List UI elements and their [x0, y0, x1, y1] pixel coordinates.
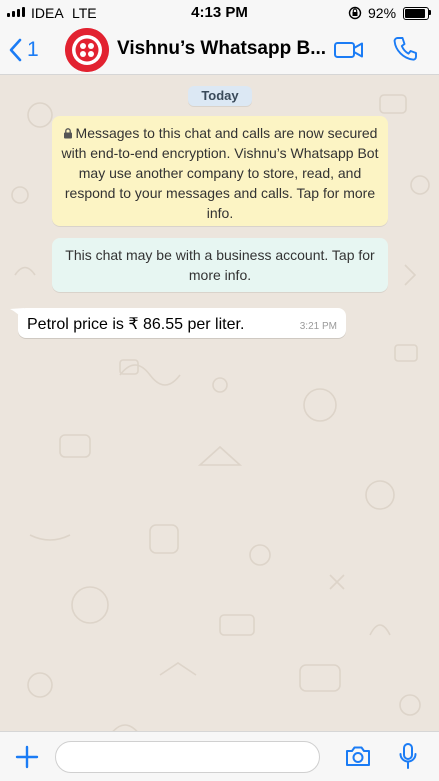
camera-icon[interactable] [344, 744, 372, 768]
contact-name[interactable]: Vishnu’s Whatsapp B... [117, 38, 327, 60]
message-text: Petrol price is ₹ 86.55 per liter. [27, 316, 245, 333]
lock-icon [63, 128, 72, 139]
plus-icon[interactable] [15, 745, 39, 769]
encryption-notice-text: Messages to this chat and calls are now … [61, 125, 379, 221]
back-chevron-icon [9, 38, 22, 62]
incoming-message-bubble[interactable]: Petrol price is ₹ 86.55 per liter. 3:21 … [18, 308, 346, 338]
message-timestamp: 3:21 PM [299, 321, 337, 332]
orientation-lock-icon [348, 6, 362, 20]
contact-avatar[interactable] [65, 28, 109, 72]
battery-icon [403, 7, 429, 20]
encryption-notice[interactable]: Messages to this chat and calls are now … [52, 116, 388, 226]
message-input[interactable] [55, 741, 320, 773]
phone-call-icon[interactable] [392, 35, 418, 63]
video-call-icon[interactable] [333, 38, 365, 62]
status-bar: IDEA LTE 4:13 PM 92% [0, 0, 439, 26]
chat-area[interactable]: Today Messages to this chat and calls ar… [0, 75, 439, 731]
date-divider: Today [188, 86, 252, 106]
business-notice-text: This chat may be with a business account… [65, 247, 375, 283]
business-account-notice[interactable]: This chat may be with a business account… [52, 238, 388, 292]
back-button[interactable]: 1 [8, 36, 40, 64]
back-unread-count: 1 [27, 38, 39, 61]
chat-header: 1 Vishnu’s Whatsapp B... [0, 26, 439, 75]
battery-tip [429, 10, 431, 15]
battery-percent: 92% [368, 5, 397, 21]
message-input-bar [0, 731, 439, 781]
microphone-icon[interactable] [398, 742, 418, 770]
